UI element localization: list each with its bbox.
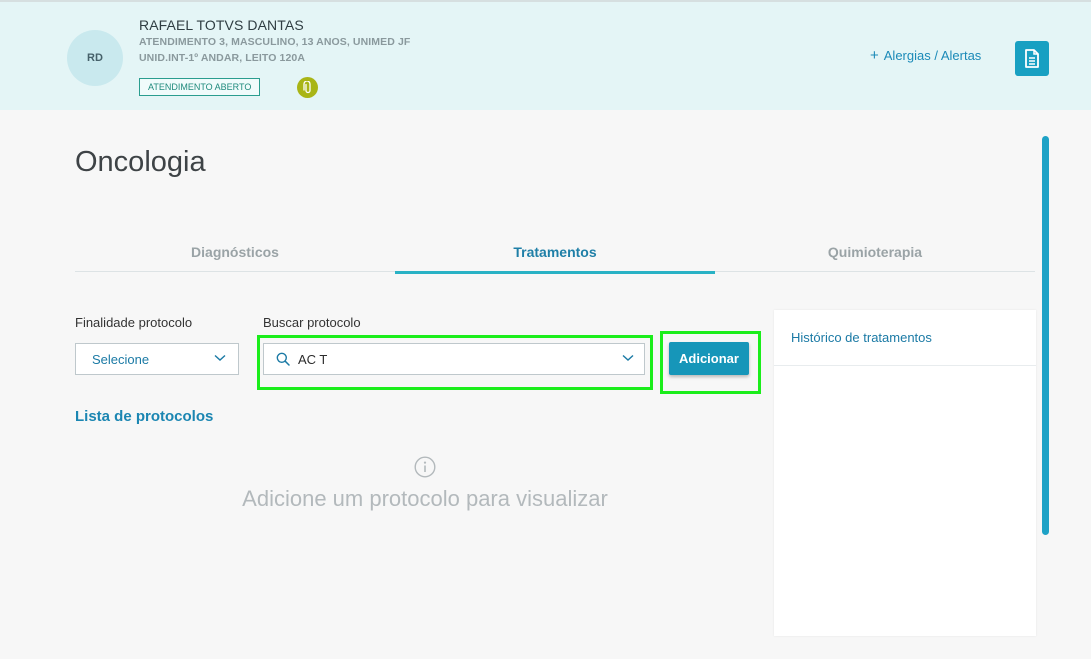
empty-state-message: Adicione um protocolo para visualizar [242,486,608,511]
protocol-list-title: Lista de protocolos [75,408,214,425]
patient-name: RAFAEL TOTVS DANTAS [139,17,304,33]
chevron-down-icon [214,354,226,361]
paperclip-icon[interactable] [297,77,318,98]
tab-diagnosticos[interactable]: Diagnósticos [75,232,395,272]
add-button[interactable]: Adicionar [669,342,749,375]
plus-icon: + [870,47,879,64]
patient-details-line1: ATENDIMENTO 3, MASCULINO, 13 ANOS, UNIME… [139,36,411,48]
tab-bar: Diagnósticos Tratamentos Quimioterapia [75,232,1035,274]
alerts-link-label: Alergias / Alertas [883,48,982,63]
scrollbar-thumb[interactable] [1042,136,1049,535]
info-icon [414,456,436,478]
avatar: RD [67,30,123,86]
search-input-value: AC T [298,351,328,367]
status-badge: ATENDIMENTO ABERTO [139,78,261,96]
tab-tratamentos[interactable]: Tratamentos [395,232,715,274]
chevron-down-icon [622,354,634,361]
document-icon [1025,49,1039,68]
patient-details-line2: UNID.INT-1º ANDAR, LEITO 120A [139,52,306,64]
finalidade-label: Finalidade protocolo [75,315,193,330]
protocol-search-input[interactable]: AC T [263,343,645,375]
search-icon [276,352,290,366]
finalidade-select-value: Selecione [92,351,150,367]
alerts-link[interactable]: + Alergias / Alertas [870,48,981,63]
buscar-label: Buscar protocolo [263,315,361,330]
page-title: Oncologia [75,146,206,178]
tab-quimioterapia[interactable]: Quimioterapia [715,232,1035,272]
patient-header: RD RAFAEL TOTVS DANTAS ATENDIMENTO 3, MA… [0,0,1091,110]
finalidade-select[interactable]: Selecione [75,343,239,375]
document-button[interactable] [1015,41,1049,76]
history-title: Histórico de tratamentos [774,310,1036,366]
history-panel: Histórico de tratamentos [774,310,1036,636]
